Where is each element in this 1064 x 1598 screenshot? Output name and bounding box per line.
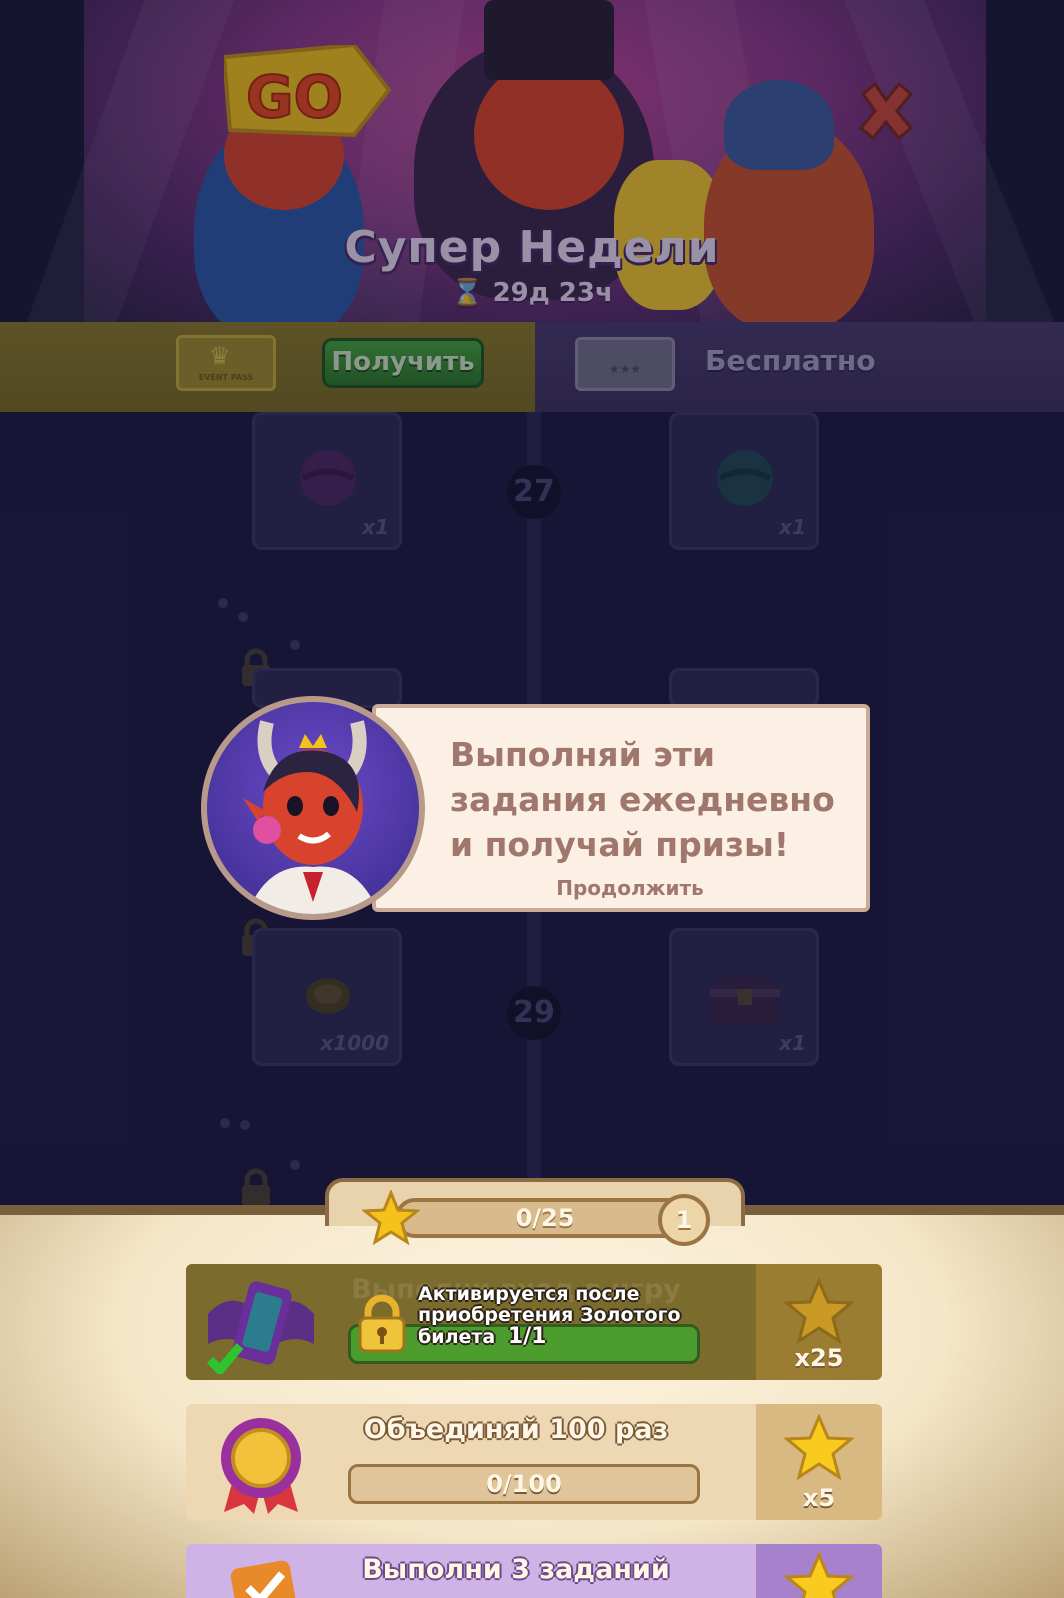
locked-text: Активируется после приобретения Золотого… [418, 1283, 681, 1348]
task-title: Выполни 3 заданий [362, 1554, 670, 1585]
task-progress-bar: 0/100 [348, 1464, 700, 1504]
task-main-area: Выполни 3 заданий [186, 1544, 756, 1598]
reward-qty: x5 [802, 1484, 836, 1512]
locked-progress: 1/1 [507, 1324, 547, 1349]
star-icon [784, 1278, 854, 1344]
locked-tooltip: Активируется после приобретения Золотого… [346, 1284, 696, 1348]
star-icon [362, 1190, 420, 1246]
continue-button[interactable]: Продолжить [450, 876, 810, 900]
checklist-icon [230, 1560, 302, 1598]
reward-qty: x25 [794, 1344, 844, 1372]
star-icon [784, 1414, 854, 1480]
checkmark-icon [206, 1343, 244, 1374]
task-title: Объединяй 100 раз [363, 1414, 669, 1445]
phone-bat-icon [206, 1281, 314, 1374]
task-card-login[interactable]: Выполни вход в игру Активируется после п… [186, 1264, 882, 1380]
task-reward: x5 [756, 1404, 882, 1520]
task-main-area: Объединяй 100 раз 0/100 [186, 1404, 756, 1520]
task-main-area: Выполни вход в игру Активируется после п… [186, 1264, 756, 1380]
medal-icon [221, 1418, 301, 1514]
star-progress-bar: 0/25 [395, 1198, 695, 1238]
task-reward [756, 1544, 882, 1598]
task-card-merge[interactable]: Объединяй 100 раз 0/100 x5 [186, 1404, 882, 1520]
tutorial-message: Выполняй эти задания ежедневно и получай… [450, 735, 835, 864]
progress-level-badge: 1 [658, 1194, 710, 1246]
tutorial-dim-overlay[interactable] [0, 0, 1064, 1212]
devil-girl-icon [243, 720, 379, 914]
avatar [201, 696, 425, 920]
task-card-complete-tasks[interactable]: Выполни 3 заданий [186, 1544, 882, 1598]
star-icon [784, 1552, 854, 1598]
task-reward: x25 [756, 1264, 882, 1380]
